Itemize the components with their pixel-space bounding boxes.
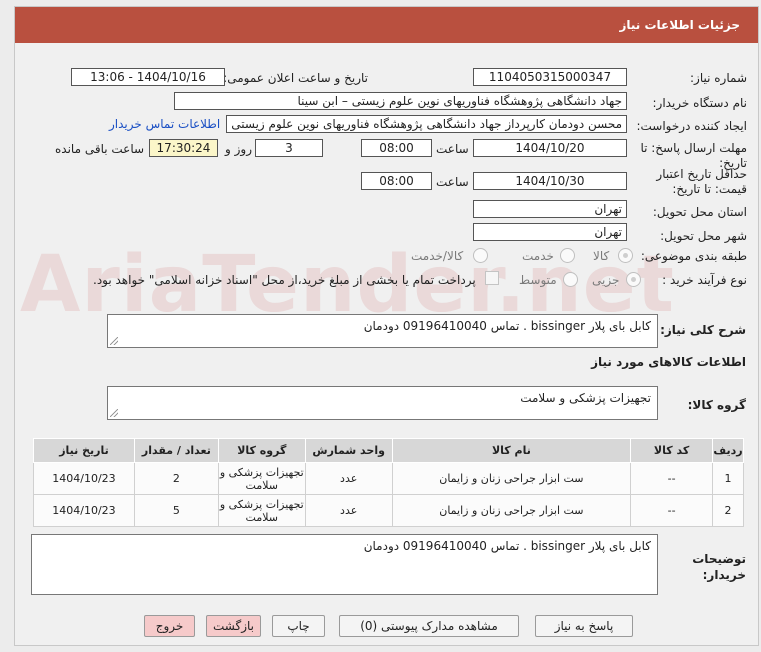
validity-date-field: 1404/10/30 (473, 172, 627, 190)
attachments-button[interactable]: مشاهده مدارک پیوستی (0) (339, 615, 519, 637)
goods-table: ردیف کد کالا نام کالا واحد شمارش گروه کا… (33, 438, 744, 527)
validity-time-label: ساعت (436, 175, 469, 189)
table-header-row: ردیف کد کالا نام کالا واحد شمارش گروه کا… (33, 438, 744, 463)
days-field: 3 (255, 139, 323, 157)
city-label: شهر محل تحویل: (660, 229, 747, 243)
cell-unit: عدد (304, 462, 393, 495)
send-time-label: ساعت (436, 142, 469, 156)
goods-group-textarea[interactable]: تجهیزات پزشکی و سلامت (107, 386, 658, 420)
need-number-label: شماره نیاز: (690, 71, 747, 85)
requester-label: ایجاد کننده درخواست: (636, 119, 747, 133)
col-header-group: گروه کالا (217, 438, 306, 463)
category-option-goods: کالا (593, 249, 610, 263)
description-textarea[interactable]: کابل بای پلار bissinger . تماس 091964100… (107, 314, 658, 348)
cell-quantity: 2 (133, 462, 219, 495)
send-date-field: 1404/10/20 (473, 139, 627, 157)
col-header-name: نام کالا (391, 438, 632, 463)
reply-button[interactable]: پاسخ به نیاز (535, 615, 633, 637)
cell-name: ست ابزار جراحی زنان و زایمان (391, 462, 632, 495)
resize-grip-icon[interactable] (110, 409, 118, 417)
remaining-label: ساعت باقی مانده (55, 142, 145, 156)
province-field: تهران (473, 200, 627, 218)
cell-name: ست ابزار جراحی زنان و زایمان (391, 494, 632, 527)
buyer-notes-label: توضیحات خریدار: (692, 552, 746, 582)
category-radio-service[interactable] (560, 248, 575, 263)
goods-group-label: گروه کالا: (687, 398, 746, 412)
panel-title: جزئیات اطلاعات نیاز (15, 7, 758, 43)
cell-quantity: 5 (133, 494, 219, 527)
goods-info-heading: اطلاعات کالاهای مورد نیاز (591, 355, 746, 369)
category-option-service: خدمت (522, 249, 554, 263)
remaining-time-field: 17:30:24 (149, 139, 218, 157)
category-radio-goods[interactable] (618, 248, 633, 263)
description-text: کابل بای پلار bissinger . تماس 091964100… (363, 319, 651, 333)
cell-group: تجهیزات پزشکی و سلامت (217, 494, 306, 527)
exit-button[interactable]: خروج (144, 615, 195, 637)
send-time-field: 08:00 (361, 139, 432, 157)
treasury-payment-note: پرداخت تمام یا بخشی از مبلغ خرید،از محل … (93, 273, 476, 287)
col-header-row-number: ردیف (712, 438, 744, 463)
price-validity-label: حداقل تاریخ اعتبار قیمت: تا تاریخ: (656, 167, 747, 196)
resize-grip-icon[interactable] (110, 337, 118, 345)
process-option-medium: متوسط (519, 273, 557, 287)
need-number-field: 1104050315000347 (473, 68, 627, 86)
col-header-date: تاریخ نیاز (33, 438, 135, 463)
treasury-payment-checkbox[interactable] (485, 271, 499, 285)
category-radio-goods-service[interactable] (473, 248, 488, 263)
cell-unit: عدد (304, 494, 393, 527)
cell-code: -- (630, 462, 714, 495)
buyer-notes-text: کابل بای پلار bissinger . تماس 091964100… (363, 539, 651, 553)
requester-field: محسن دودمان کارپرداز جهاد دانشگاهی پژوهش… (226, 115, 627, 133)
validity-time-field: 08:00 (361, 172, 432, 190)
cell-date: 1404/10/23 (33, 462, 135, 495)
table-row[interactable]: 2 -- ست ابزار جراحی زنان و زایمان عدد تج… (33, 494, 744, 527)
buyer-org-field: جهاد دانشگاهی پژوهشگاه فناوریهای نوین عل… (174, 92, 627, 110)
announce-datetime-label: تاریخ و ساعت اعلان عمومی: (223, 71, 368, 85)
cell-date: 1404/10/23 (33, 494, 135, 527)
goods-group-text: تجهیزات پزشکی و سلامت (520, 391, 651, 405)
cell-row-number: 1 (712, 462, 744, 495)
process-radio-minor[interactable] (626, 272, 641, 287)
cell-group: تجهیزات پزشکی و سلامت (217, 462, 306, 495)
buyer-notes-textarea[interactable]: کابل بای پلار bissinger . تماس 091964100… (31, 534, 658, 595)
announce-datetime-field: 1404/10/16 - 13:06 (71, 68, 225, 86)
col-header-code: کد کالا (630, 438, 714, 463)
process-type-label: نوع فرآیند خرید : (662, 273, 747, 287)
category-option-goods-service: کالا/خدمت (411, 249, 464, 263)
table-row[interactable]: 1 -- ست ابزار جراحی زنان و زایمان عدد تج… (33, 462, 744, 495)
col-header-quantity: تعداد / مقدار (133, 438, 219, 463)
province-label: استان محل تحویل: (652, 205, 747, 219)
cell-row-number: 2 (712, 494, 744, 527)
city-field: تهران (473, 223, 627, 241)
print-button[interactable]: چاپ (272, 615, 325, 637)
col-header-unit: واحد شمارش (304, 438, 393, 463)
back-button[interactable]: بازگشت (206, 615, 261, 637)
description-label: شرح کلی نیاز: (660, 323, 746, 337)
buyer-org-label: نام دستگاه خریدار: (652, 96, 748, 110)
process-option-minor: جزیی (592, 273, 620, 287)
days-and-label: روز و (225, 142, 252, 156)
process-radio-medium[interactable] (563, 272, 578, 287)
cell-code: -- (630, 494, 714, 527)
buyer-contact-link[interactable]: اطلاعات تماس خریدار (109, 117, 220, 131)
category-label: طبقه بندی موضوعی: (640, 249, 747, 263)
